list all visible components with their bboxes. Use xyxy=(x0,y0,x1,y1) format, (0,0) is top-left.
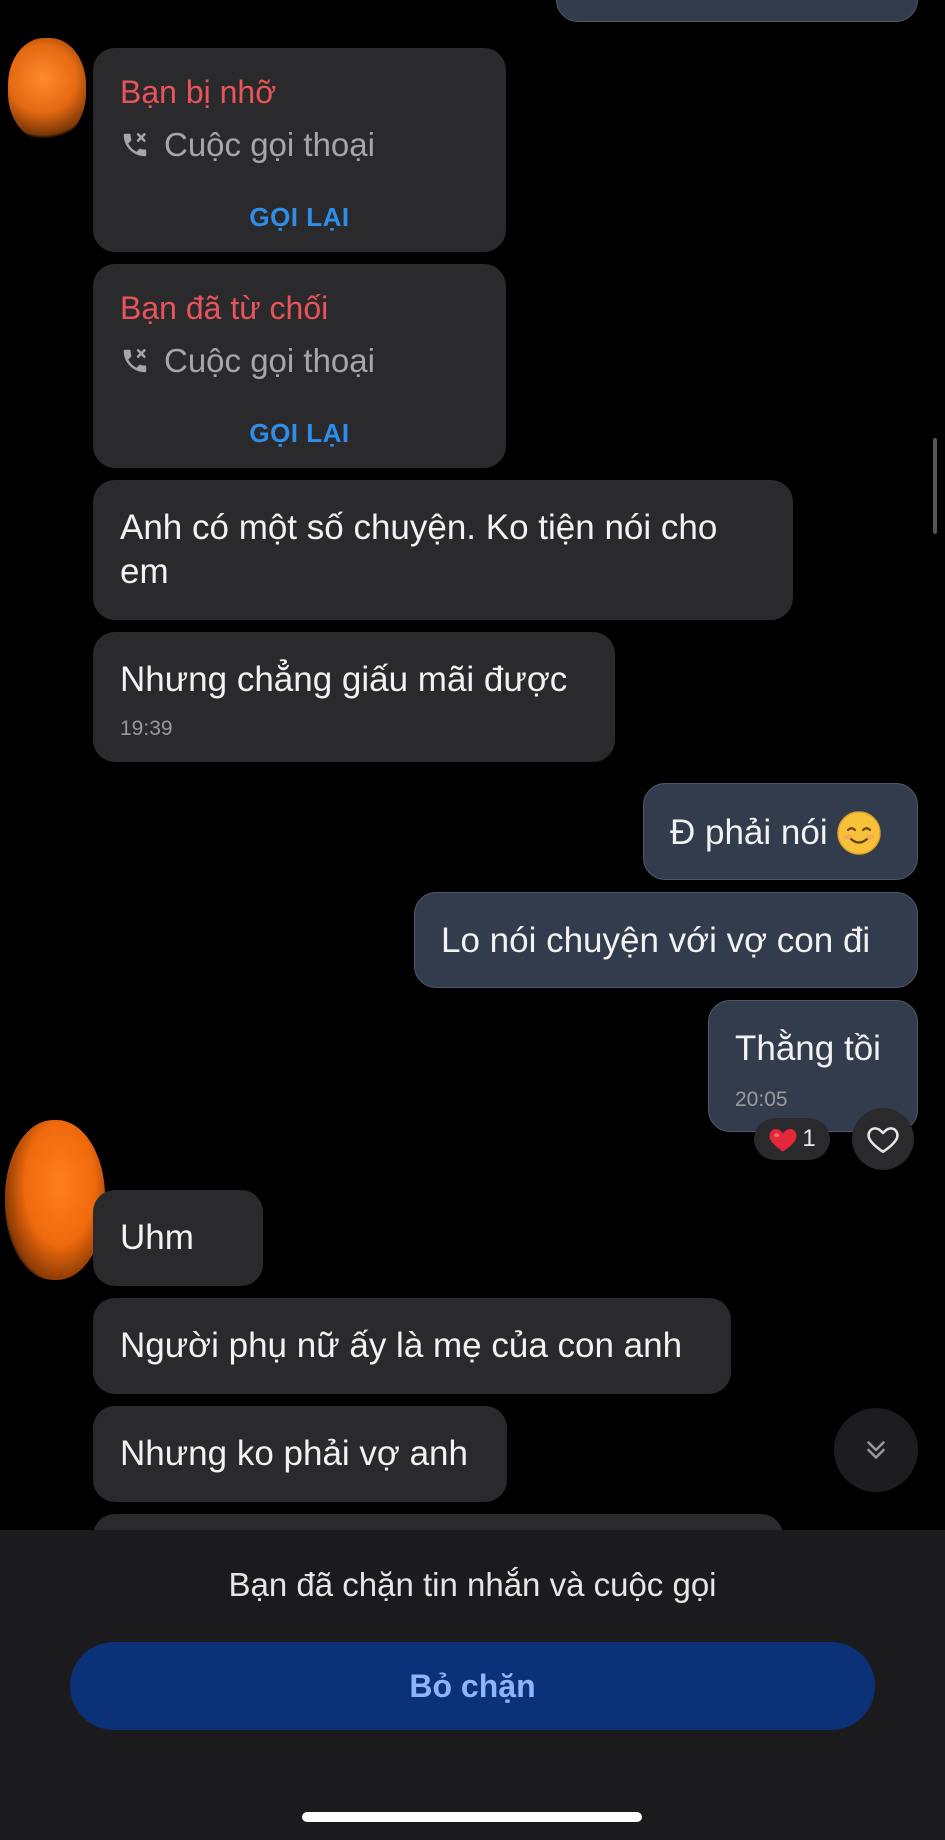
message-text: Đ phải nói xyxy=(670,813,828,852)
call-status-title: Bạn đã từ chối xyxy=(120,290,329,326)
call-type-label: Cuộc gọi thoại xyxy=(164,342,375,379)
reaction-count: 1 xyxy=(802,1125,816,1152)
message-time: 19:39 xyxy=(120,717,173,740)
message-time: 20:05 xyxy=(735,1088,788,1111)
react-button[interactable] xyxy=(852,1108,914,1170)
incoming-message[interactable]: Người phụ nữ ấy là mẹ của con anh xyxy=(93,1298,731,1394)
contact-avatar[interactable] xyxy=(5,1120,105,1280)
blocked-notice: Bạn đã chặn tin nhắn và cuộc gọi xyxy=(228,1566,717,1603)
message-text: Lo nói chuyện với vợ con đi xyxy=(441,921,871,960)
outgoing-message[interactable]: Lo nói chuyện với vợ con đi xyxy=(414,892,918,988)
heart-outline-icon xyxy=(867,1127,899,1154)
call-status-title: Bạn bị nhỡ xyxy=(120,74,277,110)
call-back-button[interactable]: GỌI LẠI xyxy=(93,202,506,233)
call-type-label: Cuộc gọi thoại xyxy=(164,126,375,163)
declined-call-card: Bạn đã từ chối Cuộc gọi thoại GỌI LẠI xyxy=(93,264,506,468)
partial-outgoing-bubble xyxy=(556,0,918,22)
incoming-message[interactable]: Nhưng chẳng giấu mãi được 19:39 xyxy=(93,632,615,762)
message-text: Người phụ nữ ấy là mẹ của con anh xyxy=(120,1326,683,1365)
call-back-button[interactable]: GỌI LẠI xyxy=(93,418,506,449)
contact-avatar[interactable] xyxy=(8,38,86,140)
incoming-message[interactable]: Anh có một số chuyện. Ko tiện nói cho em xyxy=(93,480,793,620)
missed-call-icon xyxy=(123,133,147,157)
message-reaction[interactable]: 1 xyxy=(754,1118,830,1160)
double-chevron-down-icon xyxy=(867,1441,885,1459)
outgoing-message[interactable]: Đ phải nói xyxy=(643,783,918,880)
message-text: Anh có một số chuyện. Ko tiện nói cho em xyxy=(120,508,718,591)
red-heart-icon xyxy=(769,1129,797,1152)
smiling-face-emoji-icon xyxy=(836,811,881,855)
missed-call-icon xyxy=(123,349,147,373)
message-text: Thằng tồi xyxy=(735,1029,881,1068)
incoming-message[interactable]: Nhưng ko phải vợ anh xyxy=(93,1406,507,1502)
scrollbar[interactable] xyxy=(933,438,937,534)
unblock-button[interactable]: Bỏ chặn xyxy=(70,1642,875,1730)
home-indicator[interactable] xyxy=(302,1812,642,1822)
message-text: Nhưng ko phải vợ anh xyxy=(120,1434,468,1473)
scroll-to-bottom-button[interactable] xyxy=(834,1408,918,1492)
incoming-message[interactable]: Uhm xyxy=(93,1190,263,1286)
message-text: Nhưng chẳng giấu mãi được xyxy=(120,660,568,699)
message-text: Uhm xyxy=(120,1218,194,1257)
missed-call-card: Bạn bị nhỡ Cuộc gọi thoại GỌI LẠI xyxy=(93,48,506,252)
